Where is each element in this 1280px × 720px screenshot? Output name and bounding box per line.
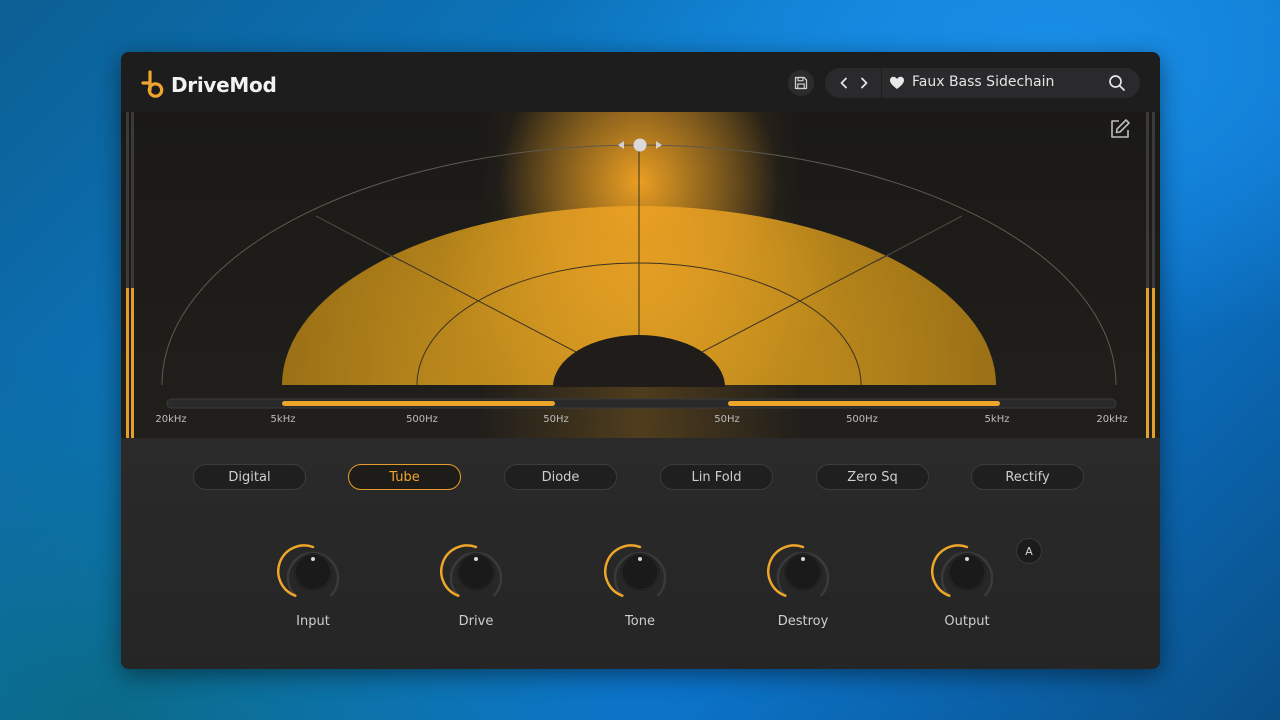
mode-button-lin-fold[interactable]: Lin Fold <box>660 464 773 490</box>
output-level-meter <box>1146 112 1149 438</box>
input-level-fill-right <box>131 288 134 438</box>
drive-knob[interactable] <box>440 536 512 608</box>
mode-button-tube[interactable]: Tube <box>348 464 461 490</box>
freq-label-20khz-left: 20kHz <box>155 414 187 425</box>
output-level-meter-right <box>1152 112 1155 438</box>
input-knob-label: Input <box>296 614 330 629</box>
output-level-fill <box>1146 288 1149 438</box>
input-knob[interactable] <box>277 536 349 608</box>
tone-knob[interactable] <box>604 536 676 608</box>
plugin-window: DriveMod Faux Bass Sidechain 20kHz 5kHz … <box>121 52 1160 669</box>
frequency-display[interactable]: 20kHz 5kHz 500Hz 50Hz 50Hz 500Hz 5kHz 20… <box>121 112 1160 438</box>
input-level-meter-right <box>131 112 134 438</box>
chevron-left-icon <box>840 77 847 89</box>
edit-icon[interactable] <box>1109 118 1131 140</box>
stereo-field-graph <box>121 112 1160 438</box>
next-preset-button[interactable] <box>855 74 873 92</box>
mode-button-diode[interactable]: Diode <box>504 464 617 490</box>
save-preset-button[interactable] <box>788 70 814 96</box>
output-knob-label: Output <box>944 614 990 629</box>
freq-label-5khz-left: 5kHz <box>270 414 296 425</box>
search-icon[interactable] <box>1108 74 1126 92</box>
mode-button-digital[interactable]: Digital <box>193 464 306 490</box>
controls-panel: Digital Tube Diode Lin Fold Zero Sq Rect… <box>121 438 1160 669</box>
freq-label-500hz-left: 500Hz <box>406 414 438 425</box>
output-level-fill-right <box>1152 288 1155 438</box>
input-level-meter <box>126 112 129 438</box>
logo-icon <box>141 70 164 98</box>
pan-handle[interactable] <box>615 136 665 154</box>
drive-knob-label: Drive <box>458 614 494 629</box>
chevron-right-icon <box>861 77 868 89</box>
app-title: DriveMod <box>171 73 277 97</box>
header: DriveMod Faux Bass Sidechain <box>121 52 1160 112</box>
logo: DriveMod <box>141 70 277 100</box>
mode-button-rectify[interactable]: Rectify <box>971 464 1084 490</box>
preset-name[interactable]: Faux Bass Sidechain <box>912 74 1054 90</box>
previous-preset-button[interactable] <box>835 74 853 92</box>
freq-label-50hz-left: 50Hz <box>543 414 569 425</box>
input-level-fill <box>126 288 129 438</box>
auto-gain-button[interactable]: A <box>1016 538 1042 564</box>
output-knob[interactable] <box>931 536 1003 608</box>
freq-label-20khz-right: 20kHz <box>1096 414 1128 425</box>
preset-browser: Faux Bass Sidechain <box>825 68 1140 98</box>
preset-divider <box>881 68 882 98</box>
favorite-heart-icon[interactable] <box>889 75 905 91</box>
tone-knob-label: Tone <box>625 614 655 629</box>
destroy-knob[interactable] <box>767 536 839 608</box>
freq-label-50hz-right: 50Hz <box>714 414 740 425</box>
mode-button-zero-sq[interactable]: Zero Sq <box>816 464 929 490</box>
destroy-knob-label: Destroy <box>777 614 829 629</box>
freq-label-5khz-right: 5kHz <box>984 414 1010 425</box>
freq-label-500hz-right: 500Hz <box>846 414 878 425</box>
save-icon <box>794 76 808 90</box>
